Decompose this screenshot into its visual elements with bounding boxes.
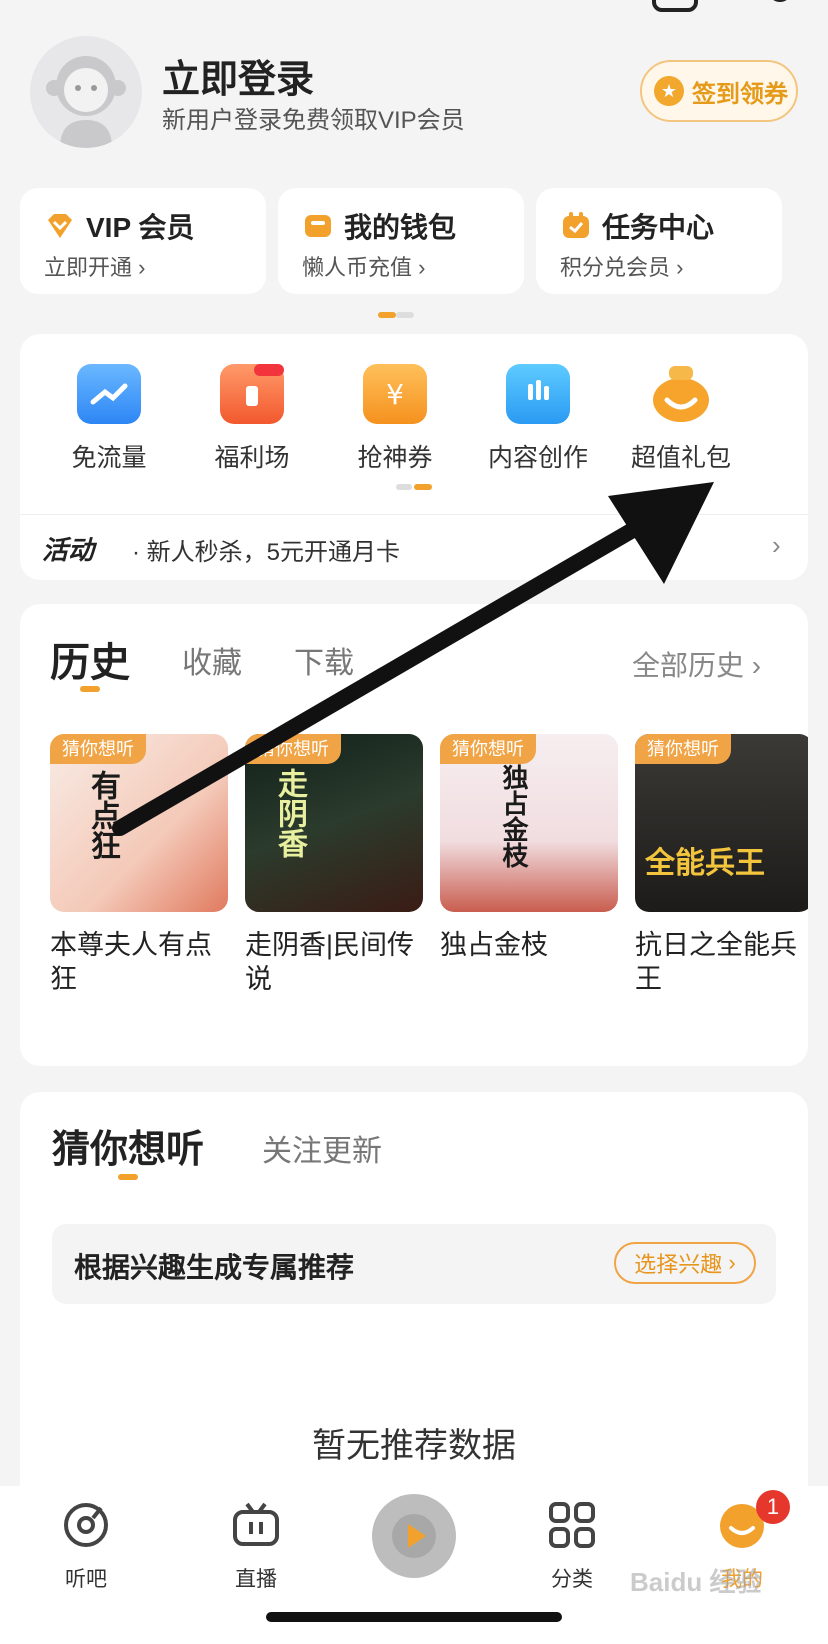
login-subtitle: 新用户登录免费领取VIP会员 — [162, 107, 465, 134]
service-welfare[interactable]: 福利场 — [177, 364, 327, 474]
activity-text[interactable]: · 新人秒杀，5元开通月卡 — [132, 532, 400, 567]
task-calendar-icon — [563, 212, 589, 238]
service-label: 内容创作 — [487, 444, 588, 472]
login-title[interactable]: 立即登录 — [162, 48, 314, 103]
chevron-right-icon: › — [751, 650, 762, 681]
nav-live[interactable]: 直播 — [196, 1500, 316, 1593]
settings-icon[interactable] — [748, 0, 792, 10]
nav-category[interactable]: 分类 — [512, 1500, 632, 1593]
all-history-link[interactable]: 全部历史 › — [632, 644, 761, 684]
task-card-title: 任务中心 — [602, 212, 715, 243]
book-title: 抗日之全能兵王 — [635, 930, 797, 994]
chevron-right-icon[interactable]: › — [772, 530, 781, 561]
watermark-logo: Baidu 经验 — [630, 1567, 762, 1597]
notification-badge: 1 — [756, 1490, 790, 1524]
book-badge: 猜你想听 — [440, 734, 536, 764]
tab-underline — [118, 1174, 138, 1180]
cover-title: 独占金枝 — [499, 764, 529, 868]
book-item[interactable]: 走阴香 猜你想听 走阴香|民间传说 — [245, 734, 423, 996]
service-gift-bag[interactable]: 超值礼包 — [606, 364, 756, 474]
player-button[interactable] — [372, 1494, 456, 1578]
task-card[interactable]: 任务中心 积分兑会员 › — [536, 188, 782, 294]
listen-disc-icon — [64, 1503, 108, 1547]
book-badge: 猜你想听 — [635, 734, 731, 764]
guess-panel: 猜你想听 关注更新 根据兴趣生成专属推荐 选择兴趣 › 暂无推荐数据 — [20, 1092, 808, 1512]
chevron-right-icon: › — [418, 255, 426, 280]
divider — [20, 514, 808, 515]
service-coupon[interactable]: ¥ 抢神券 — [320, 364, 470, 474]
book-item[interactable]: 全能兵王 猜你想听 抗日之全能兵王 — [635, 734, 808, 996]
book-item[interactable]: 有点狂 猜你想听 本尊夫人有点狂 — [50, 734, 228, 996]
signin-coupon-button[interactable]: ★ 签到领券 — [640, 60, 798, 122]
service-label: 免流量 — [71, 444, 147, 472]
book-title: 走阴香|民间传说 — [245, 930, 415, 994]
category-grid-icon — [549, 1502, 595, 1548]
nav-label: 直播 — [235, 1568, 277, 1591]
wallet-card-subtitle: 懒人币充值 — [302, 255, 413, 280]
free-data-icon — [77, 364, 141, 424]
chevron-right-icon: › — [728, 1250, 736, 1275]
service-label: 抢神券 — [357, 444, 433, 472]
book-title: 独占金枝 — [440, 930, 548, 960]
task-card-subtitle: 积分兑会员 — [560, 255, 671, 280]
creation-icon — [506, 364, 570, 424]
interest-banner: 根据兴趣生成专属推荐 选择兴趣 › — [52, 1224, 776, 1304]
all-history-label: 全部历史 — [632, 650, 745, 681]
vip-diamond-icon — [48, 214, 72, 238]
services-pager — [396, 484, 432, 490]
tab-favorites[interactable]: 收藏 — [182, 638, 242, 682]
activity-tag: 活动 — [42, 535, 95, 565]
tab-follow-updates[interactable]: 关注更新 — [262, 1126, 382, 1170]
book-cover: 走阴香 猜你想听 — [245, 734, 423, 912]
nav-listen[interactable]: 听吧 — [26, 1500, 146, 1593]
service-label: 福利场 — [214, 444, 290, 472]
play-icon — [392, 1514, 436, 1558]
wallet-card-title: 我的钱包 — [344, 212, 457, 243]
history-panel: 历史 收藏 下载 全部历史 › 有点狂 猜你想听 本尊夫人有点狂 走阴香 猜你想… — [20, 604, 808, 1066]
gift-box-icon — [220, 364, 284, 424]
nav-label: 听吧 — [65, 1568, 107, 1591]
signin-label: 签到领券 — [692, 80, 788, 108]
vip-card[interactable]: VIP 会员 立即开通 › — [20, 188, 266, 294]
book-title: 本尊夫人有点狂 — [50, 930, 212, 994]
default-avatar-icon — [46, 56, 126, 148]
tab-guess[interactable]: 猜你想听 — [52, 1118, 204, 1173]
cover-title: 全能兵王 — [645, 847, 765, 880]
tab-underline — [80, 686, 100, 692]
book-item[interactable]: 独占金枝 猜你想听 独占金枝 — [440, 734, 618, 962]
cover-title: 走阴香 — [273, 768, 306, 858]
gift-bag-icon — [649, 364, 713, 424]
vip-card-title: VIP 会员 — [86, 212, 195, 243]
choose-interest-button[interactable]: 选择兴趣 › — [614, 1242, 756, 1284]
vip-card-subtitle: 立即开通 — [44, 255, 133, 280]
services-panel: 免流量 福利场 ¥ 抢神券 内容创作 超值礼包 活动 · 新人秒杀，5元开通月卡… — [20, 334, 808, 580]
tab-history[interactable]: 历史 — [50, 630, 130, 688]
book-cover: 独占金枝 猜你想听 — [440, 734, 618, 912]
book-badge: 猜你想听 — [245, 734, 341, 764]
message-icon[interactable] — [652, 0, 698, 12]
book-cover: 全能兵王 猜你想听 — [635, 734, 808, 912]
book-badge: 猜你想听 — [50, 734, 146, 764]
nav-label: 分类 — [551, 1568, 593, 1591]
service-free-data[interactable]: 免流量 — [34, 364, 184, 474]
interest-text: 根据兴趣生成专属推荐 — [74, 1252, 355, 1283]
choose-interest-label: 选择兴趣 — [634, 1252, 723, 1277]
chevron-right-icon: › — [138, 255, 146, 280]
wallet-icon — [305, 215, 331, 237]
cards-pager — [378, 312, 414, 318]
book-cover: 有点狂 猜你想听 — [50, 734, 228, 912]
chevron-right-icon: › — [676, 255, 684, 280]
service-creation[interactable]: 内容创作 — [463, 364, 613, 474]
coupon-icon: ¥ — [363, 364, 427, 424]
svg-text:¥: ¥ — [386, 378, 404, 411]
avatar[interactable] — [30, 36, 142, 148]
home-indicator — [266, 1612, 562, 1622]
service-label: 超值礼包 — [630, 444, 731, 472]
tab-downloads[interactable]: 下载 — [294, 638, 354, 682]
coin-icon: ★ — [654, 76, 684, 106]
empty-state-text: 暂无推荐数据 — [312, 1427, 516, 1465]
cover-title: 有点狂 — [86, 770, 119, 860]
wallet-card[interactable]: 我的钱包 懒人币充值 › — [278, 188, 524, 294]
tv-live-icon — [233, 1502, 279, 1546]
